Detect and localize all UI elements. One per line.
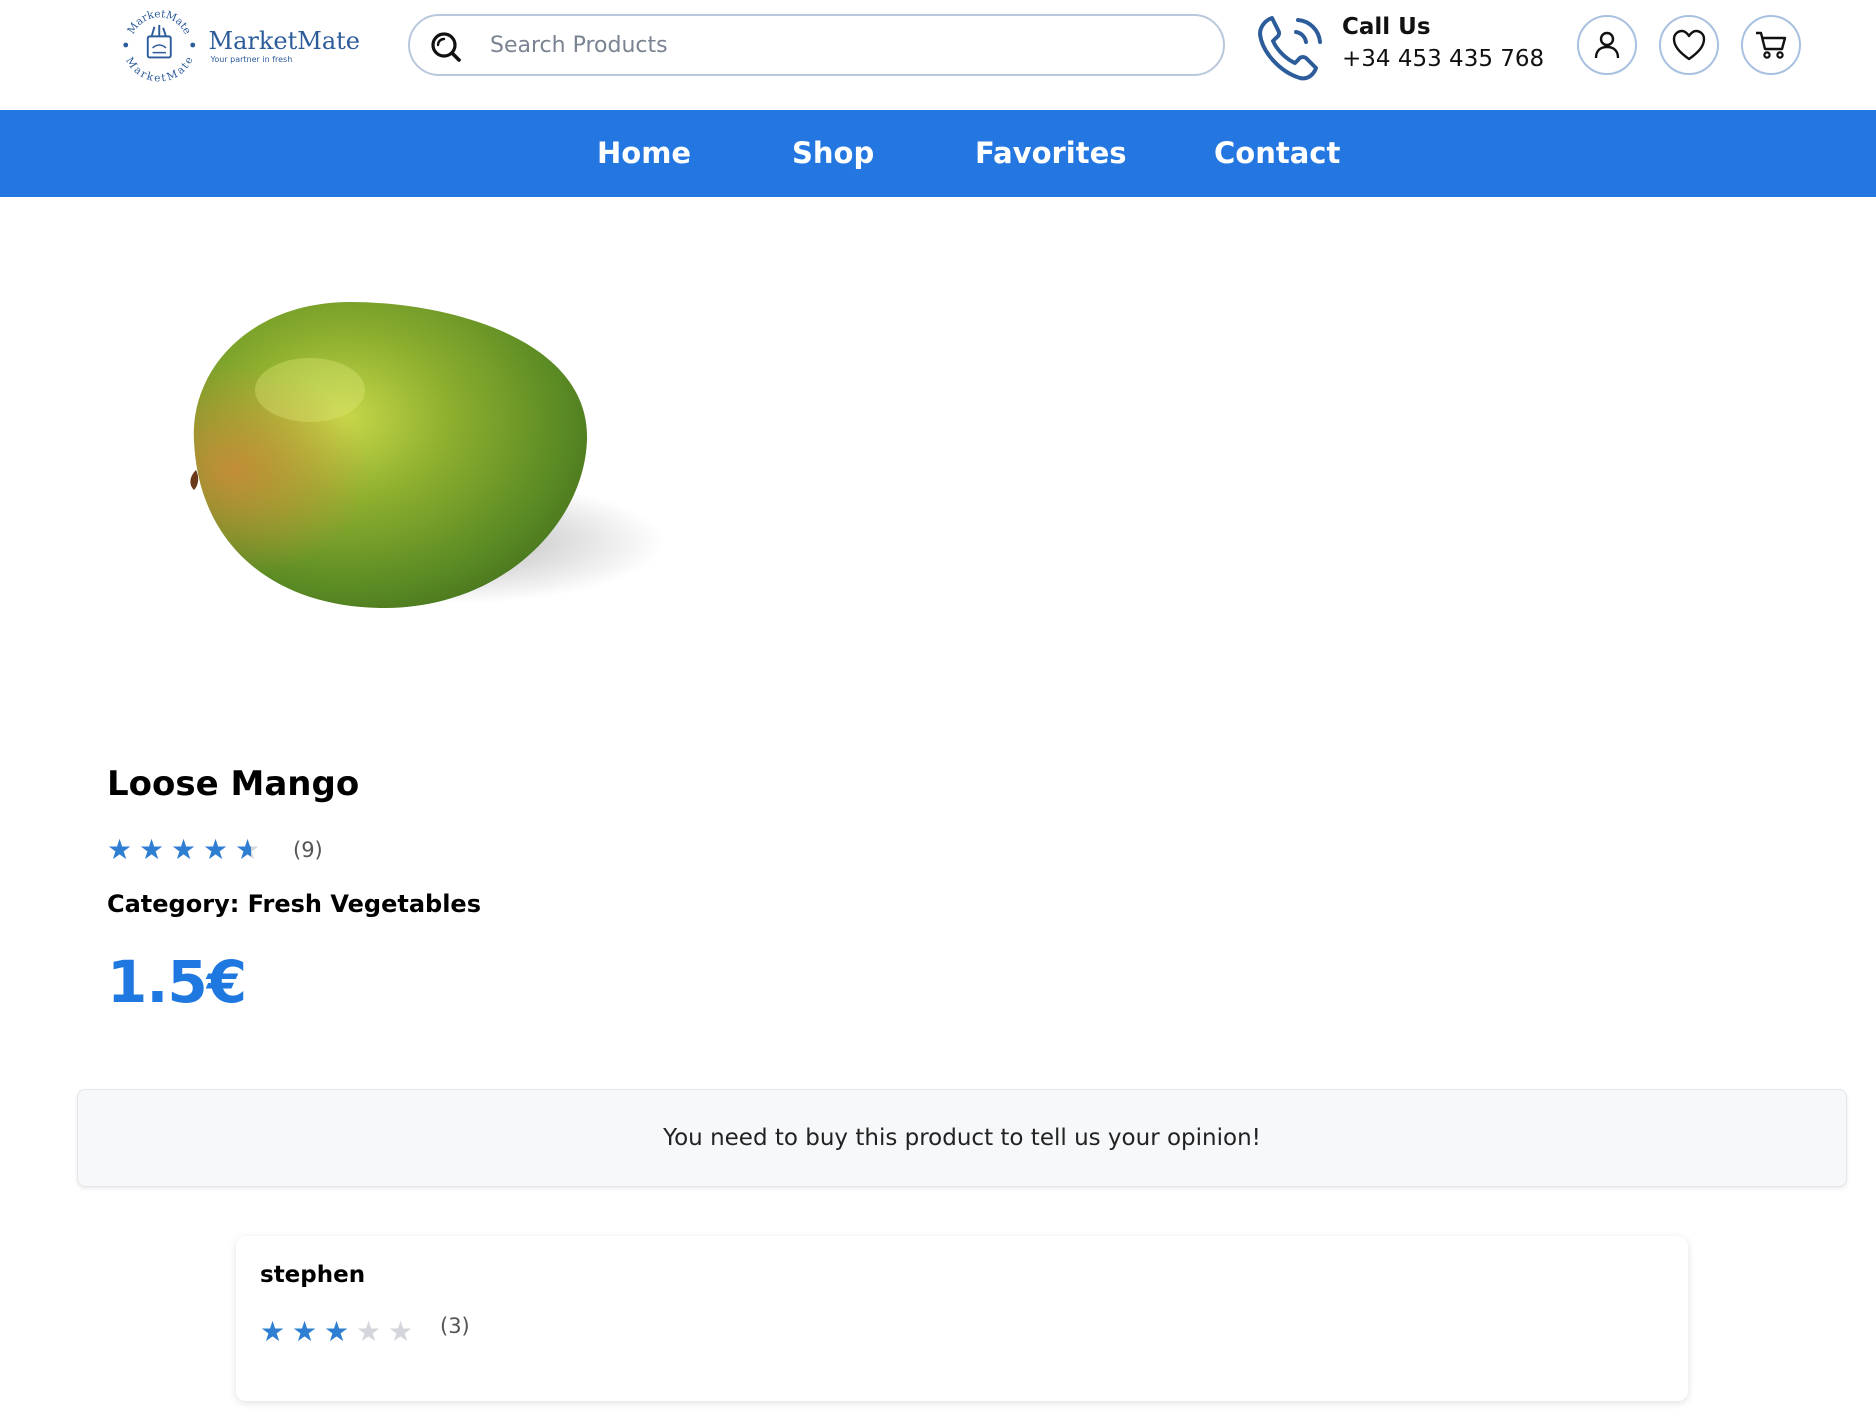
- nav-contact[interactable]: Contact: [1214, 134, 1340, 172]
- product-price: 1.5€: [107, 948, 247, 1016]
- call-us-label: Call Us: [1342, 14, 1431, 40]
- star-icon: ★: [324, 1315, 350, 1348]
- star-icon: ★: [292, 1315, 318, 1348]
- product-rating-count: (9): [293, 838, 323, 862]
- star-icon: ★: [139, 833, 165, 866]
- favorites-button[interactable]: [1659, 15, 1719, 75]
- search-bar: [408, 14, 1225, 76]
- site-logo[interactable]: MarketMate MarketMate MarketMate Your pa…: [120, 2, 360, 88]
- account-button[interactable]: [1577, 15, 1637, 75]
- product-page: MarketMate MarketMate MarketMate Your pa…: [0, 0, 1876, 1417]
- product-name: Loose Mango: [107, 764, 360, 804]
- review-stars: ★ ★ ★ ★ ★: [260, 1316, 420, 1348]
- star-icon: ★: [260, 1315, 286, 1348]
- star-icon: ★: [235, 834, 267, 866]
- product-rating: ★ ★ ★ ★ ★ (9): [107, 834, 323, 866]
- star-icon: ★: [356, 1315, 382, 1348]
- review-card: stephen ★ ★ ★ ★ ★ (3): [236, 1236, 1688, 1401]
- logo-ring-bottom: MarketMate: [123, 55, 195, 85]
- svg-text:MarketMate: MarketMate: [123, 55, 195, 85]
- phone-icon[interactable]: [1250, 6, 1330, 86]
- review-rating-count: (3): [440, 1314, 470, 1338]
- nav-favorites[interactable]: Favorites: [975, 134, 1127, 172]
- star-icon: ★: [388, 1315, 414, 1348]
- logo-tagline: Your partner in fresh: [210, 54, 293, 64]
- logo-badge-icon: MarketMate MarketMate: [123, 8, 195, 85]
- call-us: Call Us +34 453 435 768: [1342, 12, 1572, 76]
- review-rating: ★ ★ ★ ★ ★ (3): [260, 1314, 470, 1348]
- star-icon: ★: [203, 833, 229, 866]
- star-icon: ★: [107, 833, 133, 866]
- top-header: MarketMate MarketMate MarketMate Your pa…: [0, 0, 1876, 110]
- main-nav: Home Shop Favorites Contact: [0, 110, 1876, 197]
- nav-shop[interactable]: Shop: [792, 134, 874, 172]
- review-author: stephen: [260, 1262, 366, 1288]
- user-icon: [1594, 31, 1620, 59]
- product-stars: ★ ★ ★ ★ ★: [107, 834, 267, 866]
- logo-name: MarketMate: [208, 26, 360, 55]
- star-icon: ★: [171, 833, 197, 866]
- call-us-phone[interactable]: +34 453 435 768: [1342, 42, 1572, 76]
- search-input[interactable]: [490, 26, 1190, 64]
- search-icon[interactable]: [426, 27, 466, 67]
- cart-icon: [1756, 31, 1787, 59]
- cart-button[interactable]: [1741, 15, 1801, 75]
- heart-icon: [1672, 29, 1706, 61]
- nav-home[interactable]: Home: [597, 134, 691, 172]
- review-notice: You need to buy this product to tell us …: [77, 1089, 1847, 1187]
- product-category: Category: Fresh Vegetables: [107, 890, 481, 918]
- review-notice-text: You need to buy this product to tell us …: [663, 1125, 1261, 1151]
- product-image: [190, 302, 665, 609]
